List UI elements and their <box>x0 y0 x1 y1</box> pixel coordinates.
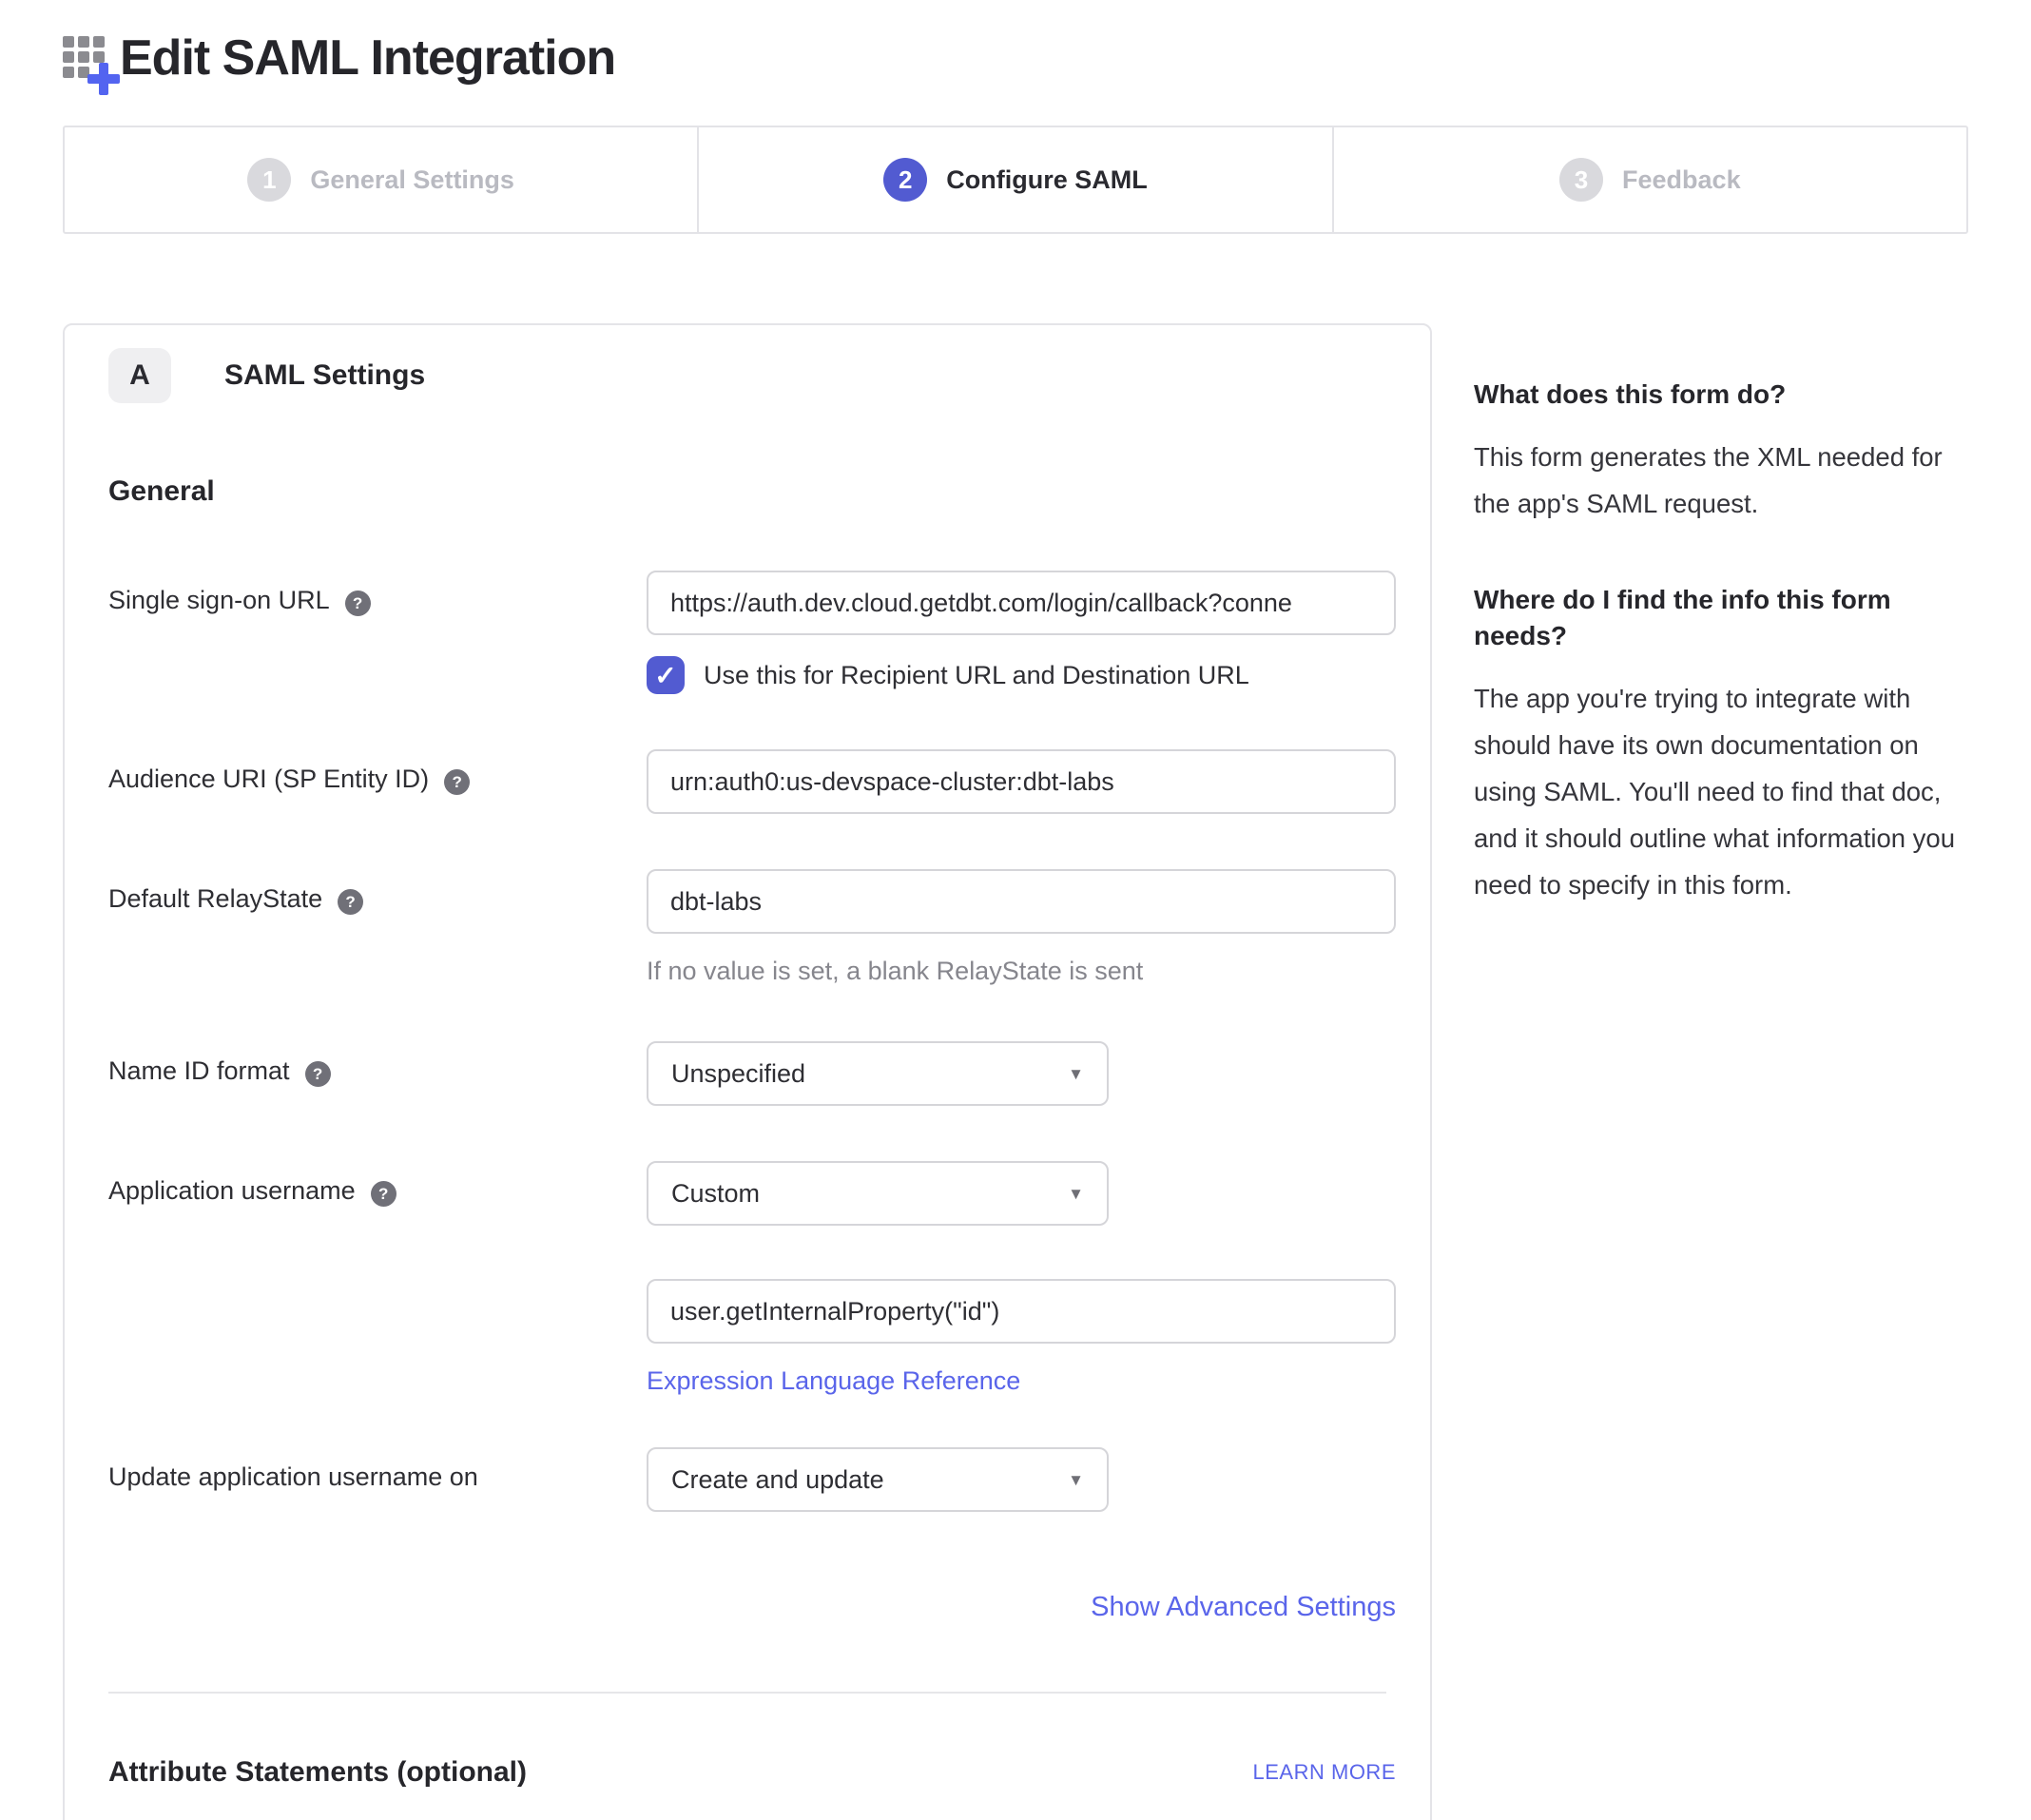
edit-saml-integration-page: Edit SAML Integration 1 General Settings… <box>0 0 2031 1820</box>
step-configure-saml[interactable]: 2 Configure SAML <box>697 127 1331 232</box>
saml-settings-title: SAML Settings <box>224 359 425 392</box>
nameid-format-label-wrap: Name ID format ? <box>108 1041 647 1106</box>
chevron-down-icon: ▼ <box>1068 1472 1084 1488</box>
show-advanced-settings-link[interactable]: Show Advanced Settings <box>1091 1592 1396 1622</box>
relaystate-row: Default RelayState ? If no value is set,… <box>108 869 1386 986</box>
nameid-format-label: Name ID format <box>108 1056 290 1086</box>
app-grid-plus-icon <box>63 36 112 86</box>
step-feedback[interactable]: 3 Feedback <box>1332 127 1966 232</box>
learn-more-link[interactable]: LEARN MORE <box>1253 1760 1396 1785</box>
sso-url-label: Single sign-on URL <box>108 586 330 615</box>
step-3-label: Feedback <box>1622 165 1741 195</box>
chevron-down-icon: ▼ <box>1068 1186 1084 1202</box>
plus-icon <box>87 63 120 95</box>
nameid-format-row: Name ID format ? Unspecified ▼ <box>108 1041 1386 1106</box>
step-2-circle: 2 <box>883 158 927 202</box>
help-question-1: What does this form do? <box>1474 377 1968 413</box>
app-username-label-wrap: Application username ? <box>108 1161 647 1226</box>
help-question-2: Where do I find the info this form needs… <box>1474 582 1968 654</box>
section-divider <box>108 1692 1386 1694</box>
audience-uri-label-wrap: Audience URI (SP Entity ID) ? <box>108 749 647 814</box>
nameid-format-select[interactable]: Unspecified ▼ <box>647 1041 1109 1106</box>
recipient-url-checkbox[interactable]: ✓ <box>647 656 685 694</box>
help-icon[interactable]: ? <box>371 1181 397 1207</box>
help-icon[interactable]: ? <box>444 769 470 795</box>
custom-expression-row: Expression Language Reference <box>108 1279 1386 1396</box>
help-answer-2: The app you're trying to integrate with … <box>1474 675 1968 908</box>
help-icon[interactable]: ? <box>305 1061 331 1087</box>
recipient-url-checkbox-label: Use this for Recipient URL and Destinati… <box>704 661 1249 690</box>
audience-uri-label: Audience URI (SP Entity ID) <box>108 765 429 794</box>
nameid-format-selected-value: Unspecified <box>671 1059 805 1089</box>
update-username-selected-value: Create and update <box>671 1465 884 1495</box>
update-username-row: Update application username on Create an… <box>108 1447 1386 1512</box>
audience-uri-input[interactable] <box>647 749 1396 814</box>
page-header: Edit SAML Integration <box>63 29 1968 87</box>
app-username-row: Application username ? Custom ▼ <box>108 1161 1386 1226</box>
update-username-label: Update application username on <box>108 1462 478 1492</box>
app-username-select[interactable]: Custom ▼ <box>647 1161 1109 1226</box>
relaystate-hint: If no value is set, a blank RelayState i… <box>647 957 1396 986</box>
help-icon[interactable]: ? <box>338 889 363 915</box>
wizard-step-bar: 1 General Settings 2 Configure SAML 3 Fe… <box>63 126 1968 234</box>
chevron-down-icon: ▼ <box>1068 1066 1084 1082</box>
app-username-selected-value: Custom <box>671 1179 760 1209</box>
step-2-label: Configure SAML <box>946 165 1147 195</box>
step-1-circle: 1 <box>247 158 291 202</box>
help-answer-1: This form generates the XML needed for t… <box>1474 434 1968 527</box>
saml-settings-card: A SAML Settings General Single sign-on U… <box>63 323 1432 1820</box>
section-a-badge: A <box>108 348 171 403</box>
sso-url-input[interactable] <box>647 571 1396 635</box>
update-username-label-wrap: Update application username on <box>108 1447 647 1512</box>
custom-expression-input[interactable] <box>647 1279 1396 1344</box>
expression-language-reference-link[interactable]: Expression Language Reference <box>647 1366 1020 1396</box>
step-1-label: General Settings <box>310 165 514 195</box>
general-section-title: General <box>108 475 1386 508</box>
page-title: Edit SAML Integration <box>120 29 615 87</box>
help-icon[interactable]: ? <box>345 591 371 616</box>
relaystate-label-wrap: Default RelayState ? <box>108 869 647 986</box>
app-username-label: Application username <box>108 1176 356 1206</box>
sso-url-row: Single sign-on URL ? ✓ Use this for Reci… <box>108 571 1386 694</box>
attribute-statements-title: Attribute Statements (optional) <box>108 1756 527 1789</box>
step-general-settings[interactable]: 1 General Settings <box>65 127 697 232</box>
sso-url-label-wrap: Single sign-on URL ? <box>108 571 647 694</box>
update-username-select[interactable]: Create and update ▼ <box>647 1447 1109 1512</box>
relaystate-label: Default RelayState <box>108 884 322 914</box>
audience-uri-row: Audience URI (SP Entity ID) ? <box>108 749 1386 814</box>
help-panel: What does this form do? This form genera… <box>1474 323 1968 908</box>
step-3-circle: 3 <box>1559 158 1603 202</box>
relaystate-input[interactable] <box>647 869 1396 934</box>
